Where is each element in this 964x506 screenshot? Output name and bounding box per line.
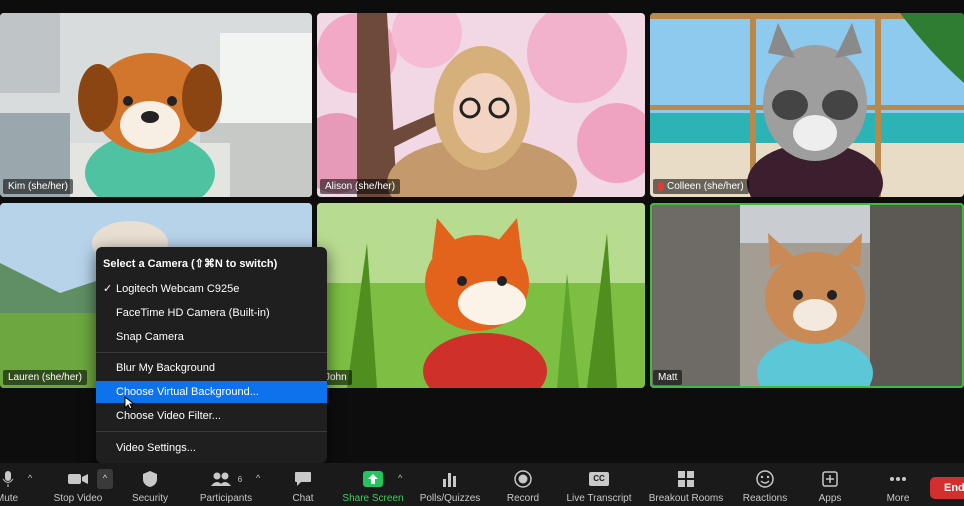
bar-chart-icon bbox=[443, 473, 456, 487]
matt-video-feed bbox=[650, 203, 964, 388]
menu-divider bbox=[96, 431, 327, 432]
mic-muted-icon bbox=[658, 182, 664, 191]
video-tile-alison[interactable]: Alison (she/her) bbox=[317, 13, 645, 197]
people-icon bbox=[210, 472, 231, 486]
apps-button[interactable]: Apps bbox=[812, 463, 848, 506]
participant-name: Matt bbox=[653, 370, 683, 385]
participant-name: Alison (she/her) bbox=[320, 179, 401, 194]
video-options-caret[interactable]: ^ bbox=[97, 469, 113, 489]
end-meeting-button[interactable]: End bbox=[930, 477, 964, 499]
menu-item-video-settings[interactable]: Video Settings... bbox=[96, 437, 327, 459]
security-button[interactable]: Security bbox=[125, 463, 175, 506]
menu-item-logitech-webcam[interactable]: ✓ Logitech Webcam C925e bbox=[96, 278, 327, 300]
video-tile-colleen[interactable]: Colleen (she/her) bbox=[650, 13, 964, 197]
smiley-icon bbox=[756, 470, 774, 488]
breakout-grid-icon bbox=[678, 471, 694, 487]
record-icon bbox=[514, 470, 532, 488]
share-options-caret[interactable]: ^ bbox=[398, 473, 402, 483]
participant-name: Kim (she/her) bbox=[3, 179, 74, 194]
apps-icon bbox=[822, 471, 838, 487]
breakout-rooms-button[interactable]: Breakout Rooms bbox=[646, 463, 726, 506]
john-video-feed bbox=[317, 203, 645, 388]
participants-button[interactable]: 6 Participants bbox=[193, 463, 259, 506]
more-button[interactable]: More bbox=[880, 463, 916, 506]
video-tile-john[interactable]: John bbox=[317, 203, 645, 388]
microphone-icon bbox=[2, 471, 14, 487]
camera-menu: Select a Camera (⇧⌘N to switch) ✓ Logitec… bbox=[96, 247, 327, 463]
reactions-button[interactable]: Reactions bbox=[738, 463, 792, 506]
video-tile-kim[interactable]: Kim (she/her) bbox=[0, 13, 312, 197]
video-camera-icon bbox=[68, 474, 88, 484]
participant-name: Lauren (she/her) bbox=[3, 370, 87, 385]
ellipsis-icon bbox=[890, 477, 906, 481]
mouse-cursor-icon bbox=[124, 396, 134, 410]
participants-options-caret[interactable]: ^ bbox=[256, 473, 260, 483]
mute-button[interactable]: Mute bbox=[0, 463, 26, 506]
participant-name: Colleen (she/her) bbox=[653, 179, 749, 194]
camera-menu-header: Select a Camera (⇧⌘N to switch) bbox=[103, 258, 278, 270]
video-tile-matt[interactable]: Matt bbox=[650, 203, 964, 388]
menu-item-snap-camera[interactable]: Snap Camera bbox=[96, 326, 327, 348]
alison-video-feed bbox=[317, 13, 645, 197]
chat-bubble-icon bbox=[295, 472, 311, 486]
polls-quizzes-button[interactable]: Polls/Quizzes bbox=[416, 463, 484, 506]
live-transcript-button[interactable]: CC Live Transcript bbox=[562, 463, 636, 506]
share-screen-icon bbox=[363, 471, 383, 487]
participants-count: 6 bbox=[237, 474, 243, 484]
colleen-video-feed bbox=[650, 13, 964, 197]
menu-divider bbox=[96, 352, 327, 353]
share-screen-button[interactable]: Share Screen bbox=[340, 463, 406, 506]
menu-item-facetime-camera[interactable]: FaceTime HD Camera (Built-in) bbox=[96, 302, 327, 324]
menu-item-blur-background[interactable]: Blur My Background bbox=[96, 357, 327, 379]
checkmark-icon: ✓ bbox=[103, 283, 113, 295]
shield-icon bbox=[143, 471, 157, 487]
meeting-toolbar: Mute ^ Stop Video ^ Security 6 Participa… bbox=[0, 463, 964, 506]
record-button[interactable]: Record bbox=[500, 463, 546, 506]
mute-options-caret[interactable]: ^ bbox=[28, 473, 32, 483]
chat-button[interactable]: Chat bbox=[283, 463, 323, 506]
kim-video-feed bbox=[0, 13, 312, 197]
closed-captions-icon: CC bbox=[589, 472, 609, 486]
